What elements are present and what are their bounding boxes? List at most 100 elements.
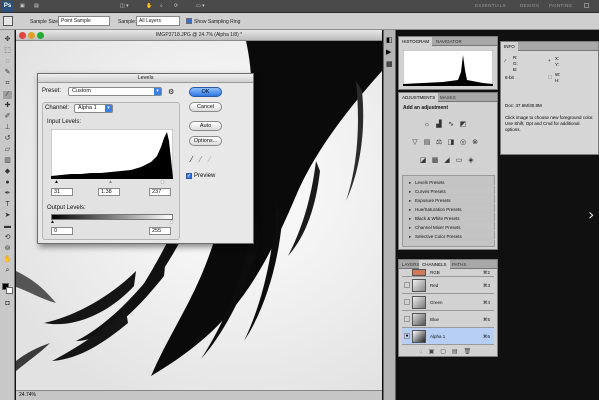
workspace-essentials[interactable]: ESSENTIALS: [475, 3, 506, 8]
levels-adjust-icon[interactable]: ▟: [435, 121, 443, 129]
3d-orbit-icon[interactable]: ⊚: [3, 245, 12, 253]
brightness-icon[interactable]: ☼: [423, 121, 431, 129]
arrange-icon[interactable]: ▤: [34, 3, 39, 9]
input-black-field[interactable]: 31: [51, 188, 73, 196]
type-tool-icon[interactable]: T: [3, 201, 12, 209]
channel-mixer-icon[interactable]: ⊗: [471, 139, 479, 147]
tab-histogram[interactable]: HISTOGRAM: [399, 37, 433, 46]
close-icon[interactable]: [19, 32, 26, 39]
list-item[interactable]: Hue/Saturation Presets: [408, 206, 495, 213]
table-row[interactable]: RGB ⌘2: [402, 269, 494, 277]
swatches-panel-icon[interactable]: ▦: [386, 60, 393, 68]
output-white-field[interactable]: 255: [149, 227, 171, 235]
clone-stamp-icon[interactable]: ⊥: [3, 124, 12, 132]
list-item[interactable]: Channel Mixer Presets: [408, 224, 495, 231]
table-row[interactable]: Blue ⌘5: [402, 311, 494, 328]
eyedropper-tool-icon[interactable]: [3, 16, 13, 26]
visibility-icon[interactable]: [404, 282, 410, 288]
screen-mode-icon[interactable]: ▭ ▾: [196, 3, 205, 9]
gradient-tool-icon[interactable]: ▥: [3, 157, 12, 165]
list-item[interactable]: Selective Color Presets: [408, 233, 495, 240]
channel-select[interactable]: Alpha 1 ▾: [74, 104, 113, 113]
tab-navigator[interactable]: NAVIGATOR: [433, 37, 465, 46]
preset-select[interactable]: Custom ▾: [68, 87, 162, 96]
zoom-icon[interactable]: ⌕: [3, 267, 12, 275]
background-color-swatch[interactable]: [6, 287, 13, 294]
output-black-slider[interactable]: ▲: [50, 219, 55, 225]
visibility-icon[interactable]: ●: [404, 333, 410, 339]
workspace-painting[interactable]: PAINTING: [549, 3, 572, 8]
preset-options-icon[interactable]: ⚙: [168, 88, 174, 96]
zoom-level[interactable]: 24.74%: [19, 392, 36, 398]
dodge-tool-icon[interactable]: ●: [3, 179, 12, 187]
list-item[interactable]: Exposure Presets: [408, 197, 495, 204]
sample-size-select[interactable]: Point Sample: [58, 16, 110, 26]
visibility-icon[interactable]: [404, 316, 410, 322]
workspace-design[interactable]: DESIGN: [520, 3, 539, 8]
white-eyedropper-icon[interactable]: ⁄: [209, 155, 210, 164]
hue-saturation-icon[interactable]: ▤: [423, 139, 431, 147]
posterize-icon[interactable]: ▩: [431, 157, 439, 165]
selective-color-icon[interactable]: ◈: [467, 157, 475, 165]
zoom-window-icon[interactable]: [37, 32, 44, 39]
shape-tool-icon[interactable]: ▬: [3, 223, 12, 231]
crop-tool-icon[interactable]: ⌗: [3, 80, 12, 88]
brush-tool-icon[interactable]: ✐: [3, 113, 12, 121]
black-white-icon[interactable]: ◨: [447, 139, 455, 147]
invert-icon[interactable]: ◪: [419, 157, 427, 165]
black-point-slider[interactable]: ▲: [54, 179, 59, 185]
marquee-tool-icon[interactable]: ⬚: [3, 47, 12, 55]
table-row[interactable]: Green ⌘4: [402, 294, 494, 311]
window-control-icon[interactable]: [584, 3, 589, 8]
show-sampling-ring-checkbox[interactable]: [186, 18, 192, 24]
list-item[interactable]: Levels Presets: [408, 179, 495, 186]
hand-tool-icon[interactable]: ✋: [146, 3, 152, 9]
color-balance-icon[interactable]: ⚖: [435, 139, 443, 147]
chevron-right-icon[interactable]: ›: [588, 205, 594, 224]
quick-select-tool-icon[interactable]: ✎: [3, 69, 12, 77]
history-brush-icon[interactable]: ↺: [3, 135, 12, 143]
vibrance-icon[interactable]: ▽: [411, 139, 419, 147]
gray-eyedropper-icon[interactable]: ⁄: [200, 155, 201, 164]
options-button[interactable]: Options...: [189, 136, 222, 146]
threshold-icon[interactable]: ◢: [443, 157, 451, 165]
path-select-icon[interactable]: ➤: [3, 212, 12, 220]
ok-button[interactable]: OK: [189, 87, 222, 97]
move-tool-icon[interactable]: ✥: [3, 36, 12, 44]
output-black-field[interactable]: 0: [51, 227, 73, 235]
hand-icon[interactable]: ✋: [3, 256, 12, 264]
gamma-slider[interactable]: ▲: [108, 179, 113, 185]
tab-adjustments[interactable]: ADJUSTMENTS: [399, 93, 439, 102]
sample-select[interactable]: All Layers: [136, 16, 180, 26]
healing-tool-icon[interactable]: ✚: [3, 102, 12, 110]
exposure-icon[interactable]: ◩: [459, 121, 467, 129]
white-point-slider[interactable]: ▲: [160, 179, 165, 185]
cancel-button[interactable]: Cancel: [189, 102, 222, 112]
quick-mask-icon[interactable]: ◘: [3, 300, 12, 308]
eraser-tool-icon[interactable]: ▱: [3, 146, 12, 154]
view-icon[interactable]: ◫ ▾: [120, 3, 129, 9]
tab-channels[interactable]: CHANNELS: [419, 260, 450, 269]
visibility-icon[interactable]: [404, 299, 410, 305]
list-item[interactable]: Curves Presets: [408, 188, 495, 195]
zoom-tool-icon[interactable]: ⌕: [160, 3, 163, 9]
gradient-map-icon[interactable]: ▭: [455, 157, 463, 165]
actions-panel-icon[interactable]: ▶: [386, 48, 391, 56]
blur-tool-icon[interactable]: ◆: [3, 168, 12, 176]
tab-info[interactable]: INFO: [501, 42, 518, 51]
black-eyedropper-icon[interactable]: ⁄: [191, 155, 192, 164]
list-item[interactable]: Black & White Presets: [408, 215, 495, 222]
input-white-field[interactable]: 237: [149, 188, 171, 196]
channel-actions[interactable]: ◌▣▢▤🗑: [419, 348, 477, 355]
tab-masks[interactable]: MASKS: [437, 93, 459, 102]
table-row[interactable]: Red ⌘3: [402, 277, 494, 294]
minimize-icon[interactable]: [28, 32, 35, 39]
mode-icon[interactable]: ▣: [20, 3, 25, 9]
table-row[interactable]: ● Alpha 1 ⌘6: [402, 328, 494, 345]
lasso-tool-icon[interactable]: ◌: [3, 58, 12, 66]
pen-tool-icon[interactable]: ✒: [3, 190, 12, 198]
eyedropper-icon[interactable]: ⁄: [3, 91, 12, 99]
auto-button[interactable]: Auto: [189, 121, 222, 131]
history-panel-icon[interactable]: ◧: [386, 36, 393, 44]
3d-rotate-icon[interactable]: ⟲: [3, 234, 12, 242]
